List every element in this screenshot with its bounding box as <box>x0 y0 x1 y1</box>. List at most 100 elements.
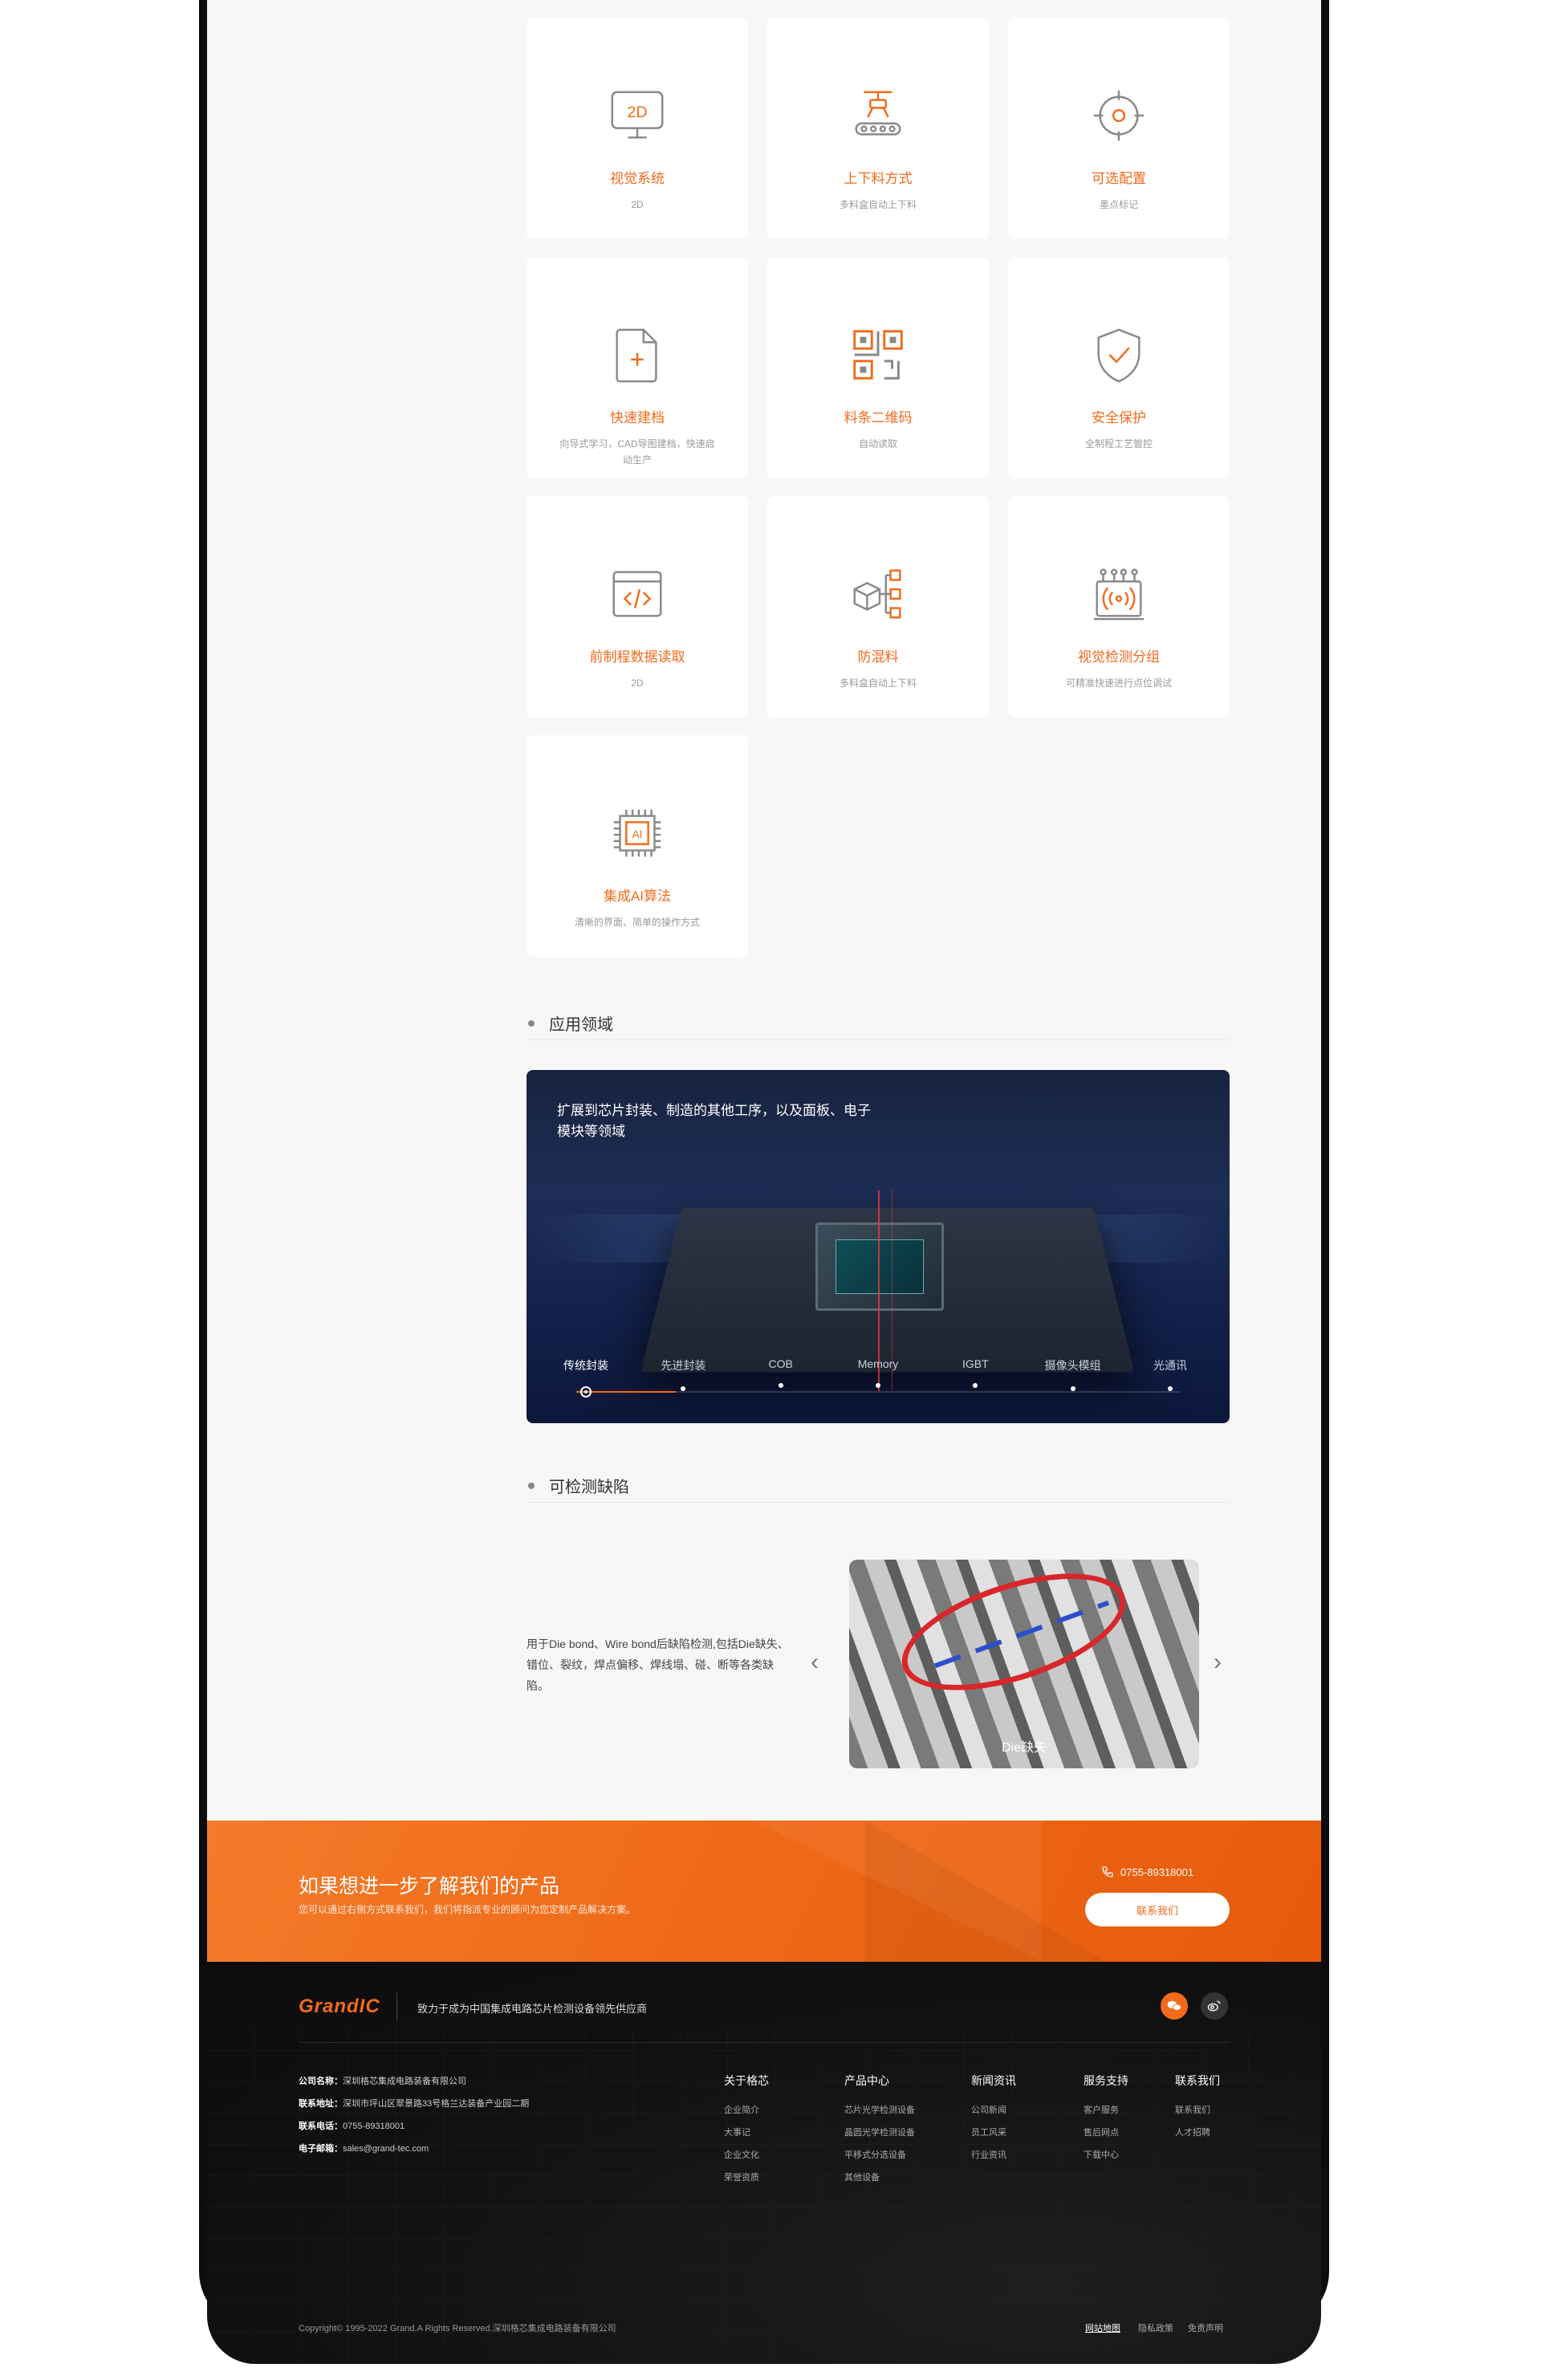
footer-slogan: 致力于成为中国集成电路芯片检测设备领先供应商 <box>417 2000 647 2016</box>
info-label: 联系电话： <box>299 2122 343 2131</box>
footer-link[interactable]: 平移式分选设备 <box>844 2148 915 2170</box>
tab-camera-module[interactable]: 摄像头模组 <box>1033 1357 1113 1397</box>
tab-label: COB <box>768 1357 792 1370</box>
footer: GrandIC 致力于成为中国集成电路芯片检测设备领先供应商 公司名称：深圳格芯… <box>207 1962 1321 2364</box>
feature-card: 快速建档 向导式学习，CAD导图建档，快速启动生产 <box>527 257 748 478</box>
tab-marker <box>779 1383 783 1388</box>
qr-code-icon <box>844 321 912 389</box>
info-row: 电子邮箱：sales@grand-tec.com <box>299 2142 529 2164</box>
footer-link[interactable]: 员工风采 <box>971 2126 1016 2148</box>
footer-link[interactable]: 荣誉资质 <box>724 2170 769 2193</box>
footer-link[interactable]: 大事记 <box>724 2126 769 2148</box>
footer-col-head[interactable]: 新闻资讯 <box>971 2073 1016 2089</box>
tab-marker <box>681 1386 685 1391</box>
footer-col-head[interactable]: 产品中心 <box>844 2073 915 2089</box>
feature-card: AI 集成AI算法 清晰的界面、简单的操作方式 <box>527 735 748 957</box>
footer-link[interactable]: 芯片光学检测设备 <box>844 2103 915 2126</box>
feature-card: 上下料方式 多料盒自动上下料 <box>767 18 989 239</box>
info-row: 联系电话：0755-89318001 <box>299 2119 529 2142</box>
tab-traditional-packaging[interactable]: 传统封装 <box>546 1357 626 1397</box>
feature-subtitle: 向导式学习，CAD导图建档，快速启动生产 <box>527 436 748 468</box>
footer-link[interactable]: 企业简介 <box>724 2103 769 2126</box>
defects-heading-text: 可检测缺陷 <box>549 1474 629 1497</box>
feature-title: 视觉检测分组 <box>1078 645 1160 665</box>
feature-card: 2D 视觉系统 2D <box>527 18 748 239</box>
footer-link[interactable]: 客户服务 <box>1084 2103 1128 2126</box>
defects-heading: 可检测缺陷 <box>527 1469 1230 1503</box>
sitemap-link[interactable]: 网站地图 <box>1085 2321 1120 2334</box>
copyright: Copyright© 1995-2022 Grand.A Rights Rese… <box>299 2321 616 2334</box>
footer-logo[interactable]: GrandIC <box>299 1996 380 2018</box>
feature-card: 防混料 多料盒自动上下料 <box>767 496 989 718</box>
feature-title: 快速建档 <box>610 406 665 426</box>
tab-marker <box>876 1383 880 1388</box>
footer-col-head[interactable]: 关于格芯 <box>724 2073 769 2089</box>
tab-memory[interactable]: Memory <box>838 1357 918 1397</box>
footer-col-contact: 联系我们 联系我们 人才招聘 <box>1175 2073 1220 2148</box>
footer-link[interactable]: 联系我们 <box>1175 2103 1220 2126</box>
feature-card: 前制程数据读取 2D <box>527 496 748 718</box>
footer-col-head[interactable]: 服务支持 <box>1084 2073 1128 2089</box>
application-tabs: 传统封装 先进封装 COB Memory IGBT 摄像头模组 光通讯 <box>546 1357 1210 1397</box>
feature-card: 视觉检测分组 可精准快速进行点位调试 <box>1008 496 1230 718</box>
footer-link[interactable]: 售后网点 <box>1084 2126 1128 2148</box>
tab-label: Memory <box>858 1357 899 1370</box>
tab-optical-comm[interactable]: 光通讯 <box>1130 1357 1210 1397</box>
feature-title: 视觉系统 <box>610 167 665 187</box>
info-label: 联系地址： <box>299 2099 343 2109</box>
weibo-icon[interactable] <box>1201 1992 1228 2020</box>
feature-card: 料条二维码 自动读取 <box>767 257 989 478</box>
info-label: 公司名称： <box>299 2077 343 2086</box>
prev-arrow-icon[interactable]: ‹ <box>811 1650 819 1674</box>
footer-link[interactable]: 其他设备 <box>844 2170 915 2193</box>
tab-label: 先进封装 <box>661 1357 705 1373</box>
wechat-icon[interactable] <box>1161 1992 1188 2020</box>
tab-igbt[interactable]: IGBT <box>935 1357 1015 1397</box>
ai-chip-icon: AI <box>604 799 671 867</box>
next-arrow-icon[interactable]: › <box>1214 1650 1222 1674</box>
wireless-device-icon <box>1085 560 1153 628</box>
footer-col-head[interactable]: 联系我们 <box>1175 2073 1220 2089</box>
contact-cta-banner: 如果想进一步了解我们的产品 您可以通过右侧方式联系我们，我们将指派专业的顾问为您… <box>207 1821 1321 1962</box>
robot-arm-conveyor-icon <box>844 82 912 149</box>
tab-marker <box>1168 1386 1173 1391</box>
defect-image: Die缺失 <box>849 1560 1199 1768</box>
target-icon <box>1085 82 1153 149</box>
bullet-dot <box>528 1483 535 1489</box>
disclaimer-link[interactable]: 免责声明 <box>1188 2321 1223 2334</box>
info-row: 公司名称：深圳格芯集成电路装备有限公司 <box>299 2074 529 2097</box>
tab-label: 传统封装 <box>563 1357 608 1373</box>
info-label: 电子邮箱： <box>299 2144 343 2154</box>
footer-col-news: 新闻资讯 公司新闻 员工风采 行业资讯 <box>971 2073 1016 2170</box>
footer-link[interactable]: 下载中心 <box>1084 2148 1128 2170</box>
feature-title: 防混料 <box>858 645 899 665</box>
tab-marker <box>973 1383 978 1388</box>
feature-subtitle: 自动读取 <box>830 436 926 452</box>
feature-subtitle: 2D <box>602 675 672 691</box>
feature-subtitle: 全制程工艺管控 <box>1056 436 1181 452</box>
tab-cob[interactable]: COB <box>741 1357 821 1397</box>
info-value: 深圳格芯集成电路装备有限公司 <box>343 2077 466 2086</box>
divider <box>396 1992 397 2021</box>
chip-image <box>815 1223 944 1311</box>
shield-check-icon <box>1085 321 1153 389</box>
code-window-icon <box>604 560 671 628</box>
svg-text:AI: AI <box>632 828 643 840</box>
tab-advanced-packaging[interactable]: 先进封装 <box>643 1357 723 1397</box>
footer-link[interactable]: 人才招聘 <box>1175 2126 1220 2148</box>
feature-subtitle: 墨点标记 <box>1071 197 1167 213</box>
monitor-2d-icon: 2D <box>604 82 671 149</box>
footer-link[interactable]: 晶圆光学检测设备 <box>844 2126 915 2148</box>
info-row: 联系地址：深圳市坪山区翠景路33号格兰达装备产业园二期 <box>299 2097 529 2119</box>
defects-description: 用于Die bond、Wire bond后缺陷检测,包括Die缺失、错位、裂纹，… <box>527 1633 791 1696</box>
footer-link[interactable]: 行业资讯 <box>971 2148 1016 2170</box>
feature-title: 可选配置 <box>1092 167 1146 187</box>
footer-link[interactable]: 企业文化 <box>724 2148 769 2170</box>
defect-image-caption: Die缺失 <box>849 1736 1199 1756</box>
info-value[interactable]: sales@grand-tec.com <box>343 2144 429 2154</box>
feature-subtitle: 多料盒自动上下料 <box>811 675 945 691</box>
privacy-link[interactable]: 隐私政策 <box>1138 2321 1173 2334</box>
contact-us-button[interactable]: 联系我们 <box>1085 1893 1230 1926</box>
footer-link[interactable]: 公司新闻 <box>971 2103 1016 2126</box>
tab-marker <box>580 1386 592 1397</box>
